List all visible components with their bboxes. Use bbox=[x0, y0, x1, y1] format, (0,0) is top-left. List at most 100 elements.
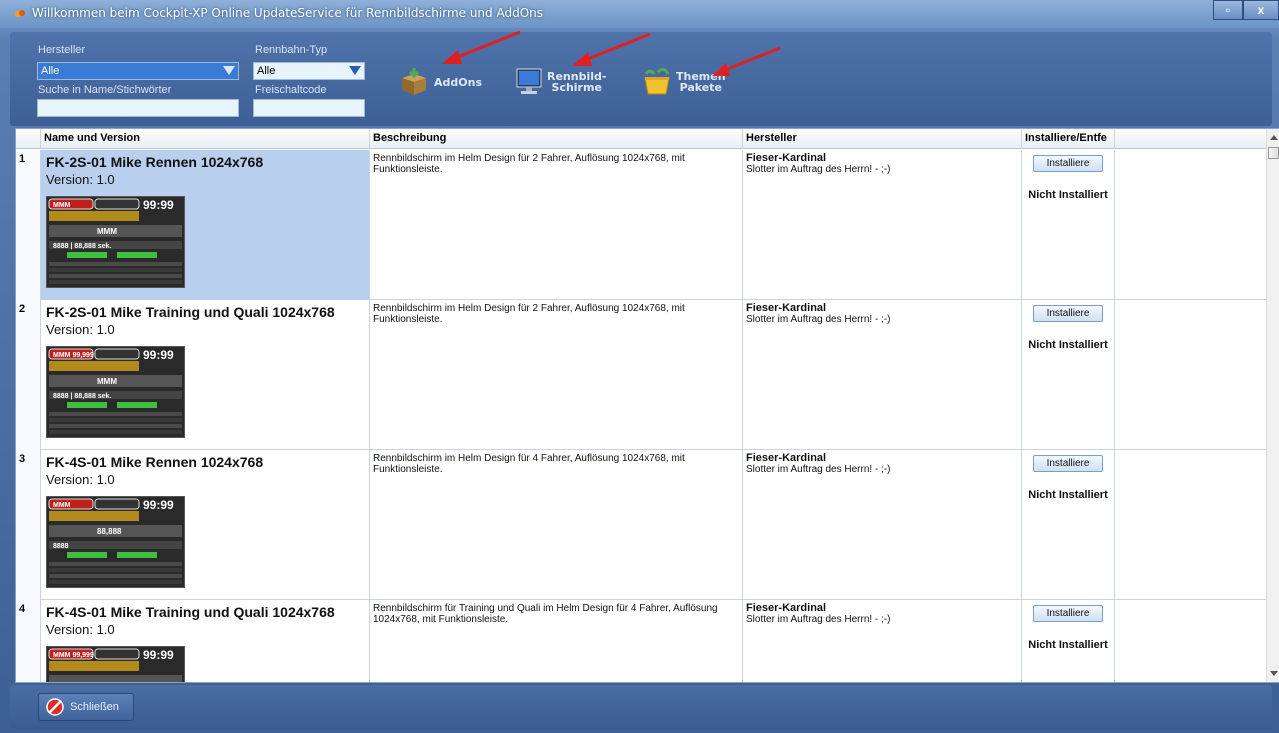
table-row[interactable]: 3 FK-4S-01 Mike Rennen 1024x768 Version:… bbox=[16, 450, 1266, 600]
freischalt-label: Freischaltcode bbox=[255, 84, 327, 96]
rennbahn-value: Alle bbox=[257, 65, 276, 77]
preview-stat: 8888 bbox=[53, 543, 69, 550]
addon-name: FK-2S-01 Mike Rennen 1024x768 bbox=[46, 154, 264, 170]
table-header: Name und Version Beschreibung Hersteller… bbox=[16, 129, 1266, 149]
description-cell: Rennbildschirm im Helm Design für 4 Fahr… bbox=[370, 450, 743, 600]
name-cell: FK-2S-01 Mike Training und Quali 1024x76… bbox=[41, 300, 370, 450]
freischalt-input[interactable] bbox=[253, 99, 365, 117]
col-header-num bbox=[16, 129, 41, 149]
red-arrow-icon bbox=[572, 32, 651, 66]
addon-table: Name und Version Beschreibung Hersteller… bbox=[15, 128, 1279, 683]
preview-thumbnail: MMM 99:99 88,888 8888 bbox=[46, 496, 185, 588]
install-button[interactable]: Installiere bbox=[1033, 455, 1103, 472]
preview-clock: 99:99 bbox=[143, 348, 174, 362]
install-status: Nicht Installiert bbox=[1028, 189, 1108, 201]
preview-value: MMM bbox=[97, 377, 117, 386]
rennbahn-dropdown[interactable]: Alle bbox=[253, 62, 365, 80]
addon-name: FK-2S-01 Mike Training und Quali 1024x76… bbox=[46, 304, 335, 320]
preview-stat: 8888 | 88,888 sek. bbox=[53, 393, 111, 400]
chevron-down-icon bbox=[349, 66, 361, 75]
chevron-down-icon bbox=[223, 66, 235, 75]
maker-subtitle: Slotter im Auftrag des Herrn! - ;-) bbox=[746, 164, 891, 175]
maker-name: Fieser-Kardinal bbox=[746, 452, 827, 464]
hersteller-cell: Fieser-Kardinal Slotter im Auftrag des H… bbox=[743, 600, 1022, 682]
preview-thumbnail: MMM 99,999 99:99 bbox=[46, 646, 185, 682]
race-screen-preview: MMM 99,999 99:99 bbox=[47, 647, 184, 682]
preview-stat: 8888 | 88,888 sek. bbox=[53, 243, 111, 250]
addon-version: Version: 1.0 bbox=[46, 322, 115, 337]
hersteller-label: Hersteller bbox=[38, 44, 86, 56]
addons-button[interactable]: AddOns bbox=[398, 62, 482, 102]
race-screen-preview: MMM 99:99 88,888 8888 bbox=[47, 497, 184, 587]
preview-thumbnail: MMM 99,999 99:99 MMM 8888 | 88,888 sek. bbox=[46, 346, 185, 438]
suche-label: Suche in Name/Stichwörter bbox=[38, 84, 172, 96]
race-screen-preview: MMM 99:99 MMM 8888 | 88,888 sek. bbox=[47, 197, 184, 287]
description-cell: Rennbildschirm im Helm Design für 2 Fahr… bbox=[370, 150, 743, 300]
install-status: Nicht Installiert bbox=[1028, 489, 1108, 501]
maker-subtitle: Slotter im Auftrag des Herrn! - ;-) bbox=[746, 314, 891, 325]
scroll-up-icon[interactable] bbox=[1270, 135, 1278, 140]
hersteller-cell: Fieser-Kardinal Slotter im Auftrag des H… bbox=[743, 150, 1022, 300]
update-service-window: Willkommen beim Cockpit-XP Online Update… bbox=[0, 0, 1279, 733]
row-number: 1 bbox=[16, 150, 41, 300]
install-cell: Installiere Nicht Installiert bbox=[1022, 150, 1115, 300]
scroll-thumb[interactable] bbox=[1268, 147, 1279, 159]
addon-version: Version: 1.0 bbox=[46, 472, 115, 487]
basket-icon bbox=[644, 67, 670, 95]
rennbildschirme-label: Rennbild- Schirme bbox=[547, 70, 607, 94]
search-input[interactable] bbox=[37, 99, 239, 117]
preview-clock: 99:99 bbox=[143, 648, 174, 662]
addon-version: Version: 1.0 bbox=[46, 622, 115, 637]
race-screen-preview: MMM 99,999 99:99 MMM 8888 | 88,888 sek. bbox=[47, 347, 184, 437]
footer-bar: Schließen bbox=[10, 685, 1272, 729]
col-header-hersteller[interactable]: Hersteller bbox=[743, 129, 1022, 149]
monitor-icon bbox=[516, 68, 542, 94]
hersteller-dropdown[interactable]: Alle bbox=[37, 62, 239, 80]
hersteller-cell: Fieser-Kardinal Slotter im Auftrag des H… bbox=[743, 450, 1022, 600]
preview-label: MMM 99,999 bbox=[53, 652, 94, 659]
red-arrow-icon bbox=[442, 30, 521, 64]
maximize-button[interactable]: ▫ bbox=[1213, 0, 1243, 20]
install-button[interactable]: Installiere bbox=[1033, 605, 1103, 622]
row-number: 2 bbox=[16, 300, 41, 450]
addon-name: FK-4S-01 Mike Rennen 1024x768 bbox=[46, 454, 264, 470]
maker-subtitle: Slotter im Auftrag des Herrn! - ;-) bbox=[746, 464, 891, 475]
close-window-button[interactable]: x bbox=[1243, 0, 1279, 20]
preview-label: MMM bbox=[53, 202, 71, 209]
rennbahn-label: Rennbahn-Typ bbox=[255, 44, 328, 56]
maker-name: Fieser-Kardinal bbox=[746, 602, 827, 614]
col-header-beschreibung[interactable]: Beschreibung bbox=[370, 129, 743, 149]
name-cell: FK-2S-01 Mike Rennen 1024x768 Version: 1… bbox=[41, 150, 370, 300]
install-status: Nicht Installiert bbox=[1028, 339, 1108, 351]
scroll-down-icon[interactable] bbox=[1270, 671, 1278, 676]
no-entry-icon bbox=[46, 698, 64, 716]
row-number: 4 bbox=[16, 600, 41, 682]
install-cell: Installiere Nicht Installiert bbox=[1022, 600, 1115, 682]
hersteller-value: Alle bbox=[41, 65, 60, 77]
schliessen-label: Schließen bbox=[70, 701, 119, 713]
name-cell: FK-4S-01 Mike Training und Quali 1024x76… bbox=[41, 600, 370, 682]
preview-label: MMM bbox=[53, 502, 71, 509]
window-title: Willkommen beim Cockpit-XP Online Update… bbox=[32, 6, 544, 20]
install-cell: Installiere Nicht Installiert bbox=[1022, 450, 1115, 600]
col-header-installiere[interactable]: Installiere/Entfe bbox=[1022, 129, 1115, 149]
install-button[interactable]: Installiere bbox=[1033, 305, 1103, 322]
schliessen-button[interactable]: Schließen bbox=[38, 693, 134, 721]
preview-value: MMM bbox=[97, 227, 117, 236]
hersteller-cell: Fieser-Kardinal Slotter im Auftrag des H… bbox=[743, 300, 1022, 450]
maker-name: Fieser-Kardinal bbox=[746, 302, 827, 314]
title-bar: Willkommen beim Cockpit-XP Online Update… bbox=[0, 0, 1279, 28]
addon-name: FK-4S-01 Mike Training und Quali 1024x76… bbox=[46, 604, 335, 620]
table-row[interactable]: 1 FK-2S-01 Mike Rennen 1024x768 Version:… bbox=[16, 150, 1266, 300]
col-header-name[interactable]: Name und Version bbox=[41, 129, 370, 149]
table-row[interactable]: 4 FK-4S-01 Mike Training und Quali 1024x… bbox=[16, 600, 1266, 682]
preview-clock: 99:99 bbox=[143, 198, 174, 212]
vertical-scrollbar[interactable] bbox=[1266, 129, 1279, 682]
table-row[interactable]: 2 FK-2S-01 Mike Training und Quali 1024x… bbox=[16, 300, 1266, 450]
install-button[interactable]: Installiere bbox=[1033, 155, 1103, 172]
maker-name: Fieser-Kardinal bbox=[746, 152, 827, 164]
install-cell: Installiere Nicht Installiert bbox=[1022, 300, 1115, 450]
app-icon bbox=[15, 10, 25, 17]
description-cell: Rennbildschirm im Helm Design für 2 Fahr… bbox=[370, 300, 743, 450]
preview-thumbnail: MMM 99:99 MMM 8888 | 88,888 sek. bbox=[46, 196, 185, 288]
